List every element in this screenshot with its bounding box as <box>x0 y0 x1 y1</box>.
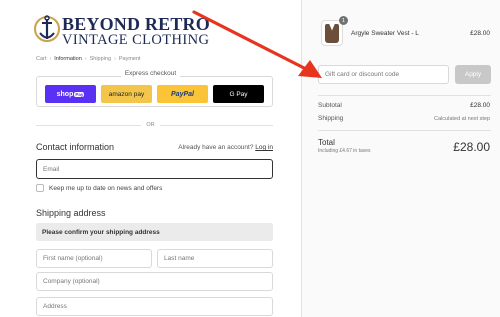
paypal-label: PayPal <box>171 90 194 98</box>
product-price: £28.00 <box>470 30 490 37</box>
first-name-field[interactable]: First name (optional) <box>36 249 152 268</box>
discount-code-field[interactable]: Gift card or discount code <box>318 65 449 84</box>
google-pay-button[interactable]: G Pay <box>213 85 264 103</box>
order-summary-panel <box>301 0 500 317</box>
breadcrumb-shipping: Shipping <box>89 56 112 62</box>
apply-discount-button[interactable]: Apply <box>455 65 491 84</box>
brand-logo[interactable]: BEYOND RETRO VINTAGE CLOTHING <box>34 12 210 48</box>
breadcrumb-payment: Payment <box>118 56 141 62</box>
shop-pay-label: shop <box>56 90 74 98</box>
contact-information-heading: Contact information <box>36 142 115 152</box>
product-name: Argyle Sweater Vest - L <box>351 30 419 37</box>
amazon-pay-button[interactable]: amazon pay <box>101 85 152 103</box>
last-name-field[interactable]: Last name <box>157 249 273 268</box>
company-field[interactable]: Company (optional) <box>36 272 273 291</box>
subtotal-label: Subtotal <box>318 102 342 109</box>
chevron-right-icon: › <box>49 56 52 62</box>
breadcrumb: Cart › Information › Shipping › Payment <box>36 56 141 62</box>
total-value: £28.00 <box>453 140 490 154</box>
newsletter-option[interactable]: Keep me up to date on news and offers <box>36 184 162 192</box>
or-label-wrap: OR <box>0 122 301 128</box>
newsletter-label: Keep me up to date on news and offers <box>49 184 163 192</box>
account-prompt-text: Already have an account? <box>178 144 254 151</box>
email-field[interactable]: Email <box>36 159 273 179</box>
paypal-button[interactable]: PayPal <box>157 85 208 103</box>
breadcrumb-information: Information <box>54 56 82 62</box>
annotation-arrow-icon <box>192 10 322 78</box>
account-prompt: Already have an account? Log in <box>178 144 273 151</box>
chevron-right-icon: › <box>84 56 87 62</box>
login-link[interactable]: Log in <box>255 144 273 151</box>
shop-pay-button[interactable]: shop Pay <box>45 85 96 103</box>
chevron-right-icon: › <box>114 56 116 62</box>
taxes-note: Including £4.67 in taxes <box>318 148 371 154</box>
shipping-label: Shipping <box>318 115 344 122</box>
newsletter-checkbox[interactable] <box>36 184 44 192</box>
quantity-badge: 1 <box>339 16 348 25</box>
summary-divider <box>318 95 491 96</box>
subtotal-value: £28.00 <box>470 102 490 109</box>
brand-tagline: VINTAGE CLOTHING <box>62 32 210 48</box>
or-label: OR <box>141 122 160 128</box>
anchor-icon <box>34 15 60 42</box>
shop-pay-tag: Pay <box>74 91 85 97</box>
express-checkout-title: Express checkout <box>120 70 181 77</box>
summary-divider <box>318 130 491 131</box>
breadcrumb-cart[interactable]: Cart <box>36 56 46 62</box>
confirm-address-notice: Please confirm your shipping address <box>36 223 273 241</box>
shipping-value: Calculated at next step <box>434 116 490 122</box>
total-label: Total <box>318 138 335 147</box>
google-pay-label: G Pay <box>229 90 248 98</box>
address-field[interactable]: Address <box>36 297 273 316</box>
amazon-pay-label: amazon pay <box>108 90 145 98</box>
shipping-address-heading: Shipping address <box>36 208 106 218</box>
